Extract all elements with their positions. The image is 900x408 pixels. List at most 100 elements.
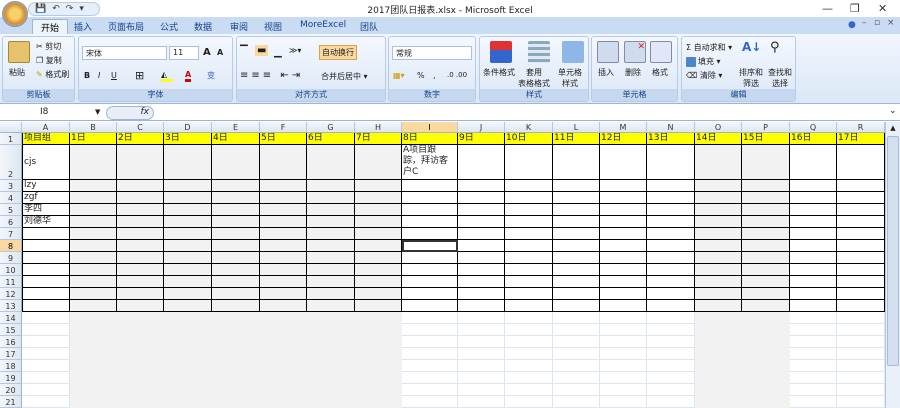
cell[interactable] (695, 145, 742, 180)
cell[interactable] (553, 312, 600, 324)
cell[interactable] (212, 300, 260, 312)
cell[interactable] (837, 276, 885, 288)
cell[interactable] (647, 228, 695, 240)
cell[interactable] (117, 264, 164, 276)
cell[interactable] (260, 324, 307, 336)
cell[interactable] (307, 288, 355, 300)
cell[interactable] (164, 312, 212, 324)
cell[interactable] (837, 204, 885, 216)
cell[interactable] (553, 336, 600, 348)
cell[interactable] (164, 216, 212, 228)
cell[interactable] (260, 348, 307, 360)
cell[interactable] (402, 384, 458, 396)
cell[interactable] (458, 324, 505, 336)
cell[interactable] (837, 360, 885, 372)
cell[interactable] (260, 252, 307, 264)
cell[interactable] (837, 336, 885, 348)
cell[interactable] (260, 264, 307, 276)
cell[interactable] (164, 396, 212, 408)
cell[interactable] (164, 145, 212, 180)
cell[interactable] (837, 348, 885, 360)
cell[interactable] (307, 276, 355, 288)
cell[interactable] (164, 360, 212, 372)
column-header[interactable]: I (402, 122, 458, 133)
cell[interactable] (117, 348, 164, 360)
cell[interactable] (402, 336, 458, 348)
cell[interactable] (117, 360, 164, 372)
cell[interactable] (505, 264, 553, 276)
cell[interactable] (600, 252, 647, 264)
cell[interactable] (458, 192, 505, 204)
cell[interactable] (505, 288, 553, 300)
sort-filter-button[interactable]: 排序和 筛选 (739, 67, 763, 89)
vertical-scrollbar[interactable]: ▲ (885, 122, 900, 408)
column-header[interactable]: E (212, 122, 260, 133)
cell[interactable] (117, 396, 164, 408)
cell[interactable] (505, 324, 553, 336)
cell[interactable]: 12日 (600, 133, 647, 145)
cell[interactable] (458, 180, 505, 192)
cell[interactable] (22, 312, 70, 324)
cell[interactable] (260, 204, 307, 216)
scroll-thumb[interactable] (887, 136, 899, 366)
cell[interactable]: 2日 (117, 133, 164, 145)
cell[interactable] (355, 252, 402, 264)
cell[interactable] (647, 336, 695, 348)
cell[interactable] (505, 312, 553, 324)
cell[interactable] (458, 204, 505, 216)
cell[interactable] (212, 348, 260, 360)
cell[interactable] (402, 360, 458, 372)
cell[interactable] (600, 192, 647, 204)
cell[interactable] (742, 288, 790, 300)
column-header[interactable]: G (307, 122, 355, 133)
cell[interactable] (742, 336, 790, 348)
cell[interactable] (695, 192, 742, 204)
cell[interactable] (790, 228, 837, 240)
cell[interactable]: 7日 (355, 133, 402, 145)
cell[interactable] (22, 324, 70, 336)
column-header[interactable]: N (647, 122, 695, 133)
cell[interactable] (164, 192, 212, 204)
cell[interactable] (355, 240, 402, 252)
cell[interactable] (70, 276, 117, 288)
cell[interactable] (695, 288, 742, 300)
cell[interactable] (790, 180, 837, 192)
format-button[interactable]: 格式 (652, 67, 668, 78)
cell[interactable] (70, 240, 117, 252)
cell[interactable] (307, 252, 355, 264)
tab-insert[interactable]: 插入 (66, 19, 100, 34)
cell[interactable] (402, 228, 458, 240)
cell[interactable] (695, 384, 742, 396)
clear-button[interactable]: ⌫ 清除 ▾ (686, 70, 722, 81)
row-header[interactable]: 13 (0, 300, 22, 312)
format-painter-button[interactable]: ✎ 格式刷 (36, 69, 69, 80)
cell[interactable] (695, 240, 742, 252)
font-size-select[interactable]: 11 (169, 46, 199, 60)
cell[interactable] (70, 288, 117, 300)
column-header[interactable]: B (70, 122, 117, 133)
cell[interactable] (790, 288, 837, 300)
cell[interactable] (355, 264, 402, 276)
cell[interactable] (260, 192, 307, 204)
cell[interactable] (742, 384, 790, 396)
cell[interactable] (117, 204, 164, 216)
cell[interactable] (458, 228, 505, 240)
cell[interactable] (260, 300, 307, 312)
cell[interactable] (458, 216, 505, 228)
cell[interactable] (647, 324, 695, 336)
cell[interactable] (600, 348, 647, 360)
cell[interactable] (695, 396, 742, 408)
cell[interactable] (355, 384, 402, 396)
cell[interactable] (355, 324, 402, 336)
cell[interactable] (458, 372, 505, 384)
align-top-icon[interactable]: ▔ (240, 46, 248, 57)
find-select-button[interactable]: 查找和 选择 (768, 67, 792, 89)
fill-button[interactable]: 填充 ▾ (686, 56, 721, 67)
cell[interactable] (307, 360, 355, 372)
cell[interactable] (402, 324, 458, 336)
cut-button[interactable]: ✂ 剪切 (36, 41, 61, 52)
cell[interactable]: 刘德华 (22, 216, 70, 228)
row-header[interactable]: 12 (0, 288, 22, 300)
cell[interactable] (355, 145, 402, 180)
decimal-icons[interactable]: .0 .00 (447, 71, 467, 79)
